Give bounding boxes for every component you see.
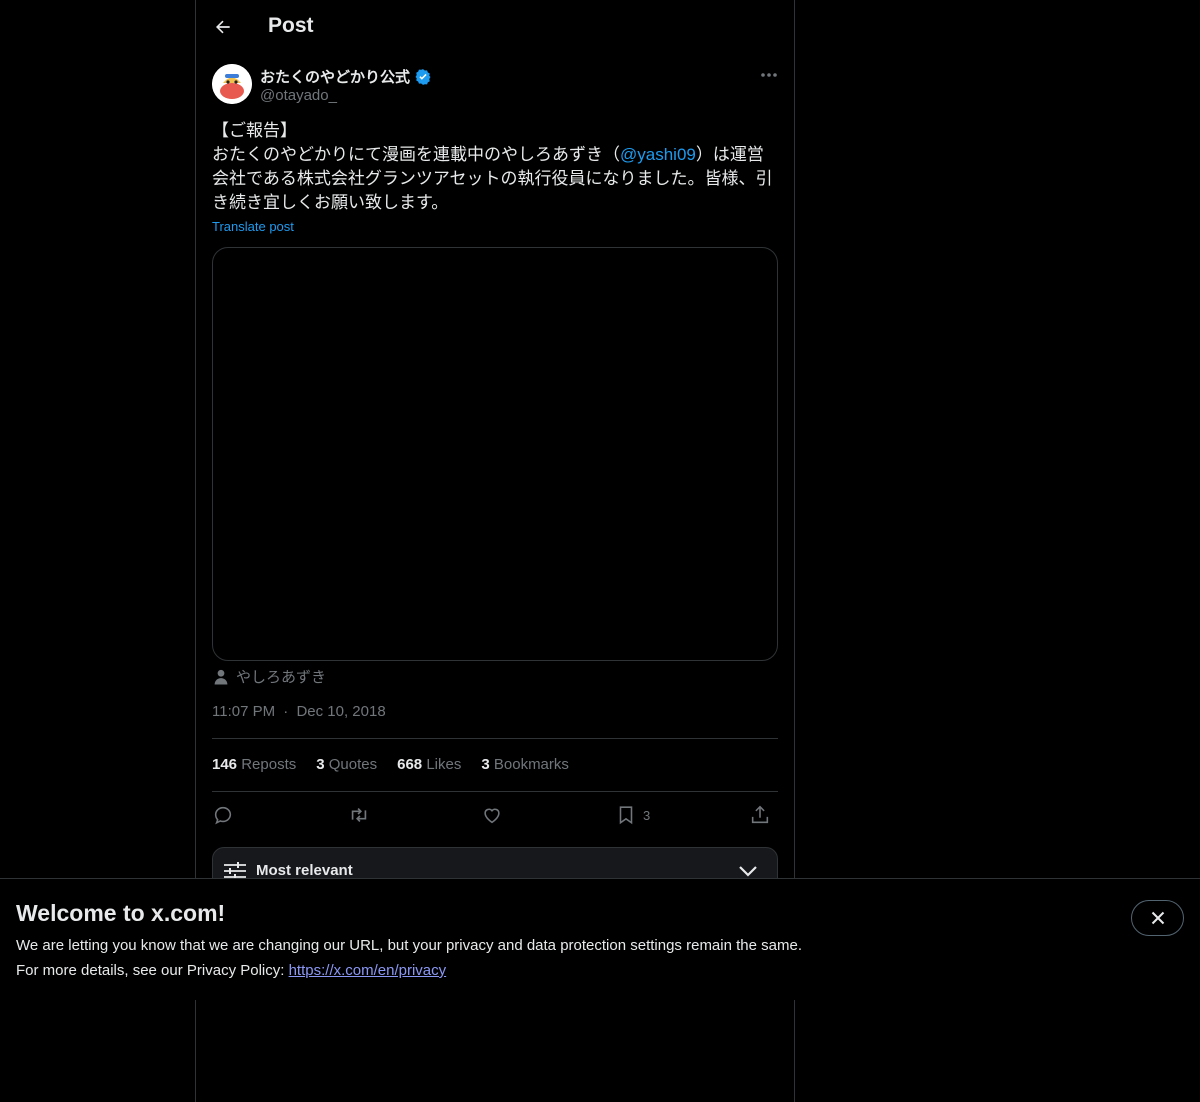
repost-icon bbox=[351, 807, 367, 823]
banner-privacy-prefix: For more details, see our Privacy Policy… bbox=[16, 962, 289, 979]
back-button[interactable] bbox=[206, 10, 240, 44]
arrow-left-icon bbox=[216, 20, 230, 34]
action-bar: 3 bbox=[212, 800, 778, 832]
post-text-part-1: 【ご報告】 おたくのやどかりにて漫画を連載中のやしろあずき（ bbox=[212, 121, 620, 164]
share-button[interactable] bbox=[749, 804, 771, 826]
post-stats: 146 Reposts 3 Quotes 668 Likes 3 Bookmar… bbox=[212, 756, 569, 773]
stat-label: Quotes bbox=[328, 756, 378, 773]
tagged-user-name: やしろあずき bbox=[236, 669, 327, 686]
close-icon bbox=[1151, 911, 1164, 925]
post-time: 11:07 PM bbox=[212, 703, 276, 720]
verified-badge-icon bbox=[415, 68, 431, 85]
divider bbox=[212, 791, 778, 792]
stat-label: Likes bbox=[426, 756, 462, 773]
stat-count: 3 bbox=[481, 756, 490, 773]
reply-icon bbox=[214, 806, 232, 825]
stat-count: 146 bbox=[212, 756, 238, 773]
stat-reposts[interactable]: 146 Reposts bbox=[212, 756, 296, 773]
page-title: Post bbox=[268, 14, 314, 37]
stat-count: 668 bbox=[397, 756, 423, 773]
post-media[interactable] bbox=[212, 247, 778, 661]
share-icon bbox=[751, 805, 769, 824]
like-button[interactable] bbox=[481, 804, 503, 826]
bookmark-icon bbox=[619, 806, 633, 825]
mention-link[interactable]: @yashi09 bbox=[620, 145, 696, 164]
heart-icon bbox=[484, 808, 500, 824]
person-icon bbox=[214, 669, 228, 684]
divider bbox=[212, 738, 778, 739]
post-text: 【ご報告】 おたくのやどかりにて漫画を連載中のやしろあずき（@yashi09）は… bbox=[212, 119, 778, 215]
banner-message: We are letting you know that we are chan… bbox=[16, 937, 802, 954]
stat-bookmarks[interactable]: 3 Bookmarks bbox=[481, 756, 569, 773]
timestamp-separator: · bbox=[283, 703, 289, 720]
banner-privacy-line: For more details, see our Privacy Policy… bbox=[16, 962, 446, 979]
post-date: Dec 10, 2018 bbox=[296, 703, 386, 720]
avatar-image bbox=[212, 64, 252, 104]
more-horizontal-icon bbox=[761, 73, 777, 77]
stat-label: Reposts bbox=[241, 756, 297, 773]
more-options-button[interactable] bbox=[756, 64, 782, 86]
stat-label: Bookmarks bbox=[493, 756, 569, 773]
close-banner-button[interactable] bbox=[1131, 900, 1184, 936]
author-display-name: おたくのやどかり公式 bbox=[260, 69, 411, 86]
author-avatar[interactable] bbox=[212, 64, 252, 104]
repost-button[interactable] bbox=[347, 804, 371, 826]
privacy-policy-link[interactable]: https://x.com/en/privacy bbox=[289, 962, 447, 979]
url-change-banner: Welcome to x.com! We are letting you kno… bbox=[0, 878, 1200, 1000]
chevron-down-icon bbox=[739, 866, 757, 877]
top-bar: Post bbox=[196, 0, 794, 54]
post-timestamp[interactable]: 11:07 PM · Dec 10, 2018 bbox=[212, 703, 386, 720]
sort-label: Most relevant bbox=[256, 862, 353, 879]
stat-likes[interactable]: 668 Likes bbox=[397, 756, 461, 773]
author-handle[interactable]: @otayado_ bbox=[260, 87, 337, 104]
reply-button[interactable] bbox=[212, 804, 234, 826]
author-name[interactable]: おたくのやどかり公式 bbox=[260, 66, 432, 87]
translate-post-link[interactable]: Translate post bbox=[212, 219, 294, 234]
bookmark-count: 3 bbox=[643, 807, 651, 823]
tagged-user[interactable]: やしろあずき bbox=[212, 666, 326, 687]
stat-quotes[interactable]: 3 Quotes bbox=[316, 756, 377, 773]
stat-count: 3 bbox=[316, 756, 325, 773]
bookmark-button[interactable]: 3 bbox=[615, 804, 650, 826]
banner-title: Welcome to x.com! bbox=[16, 900, 226, 926]
